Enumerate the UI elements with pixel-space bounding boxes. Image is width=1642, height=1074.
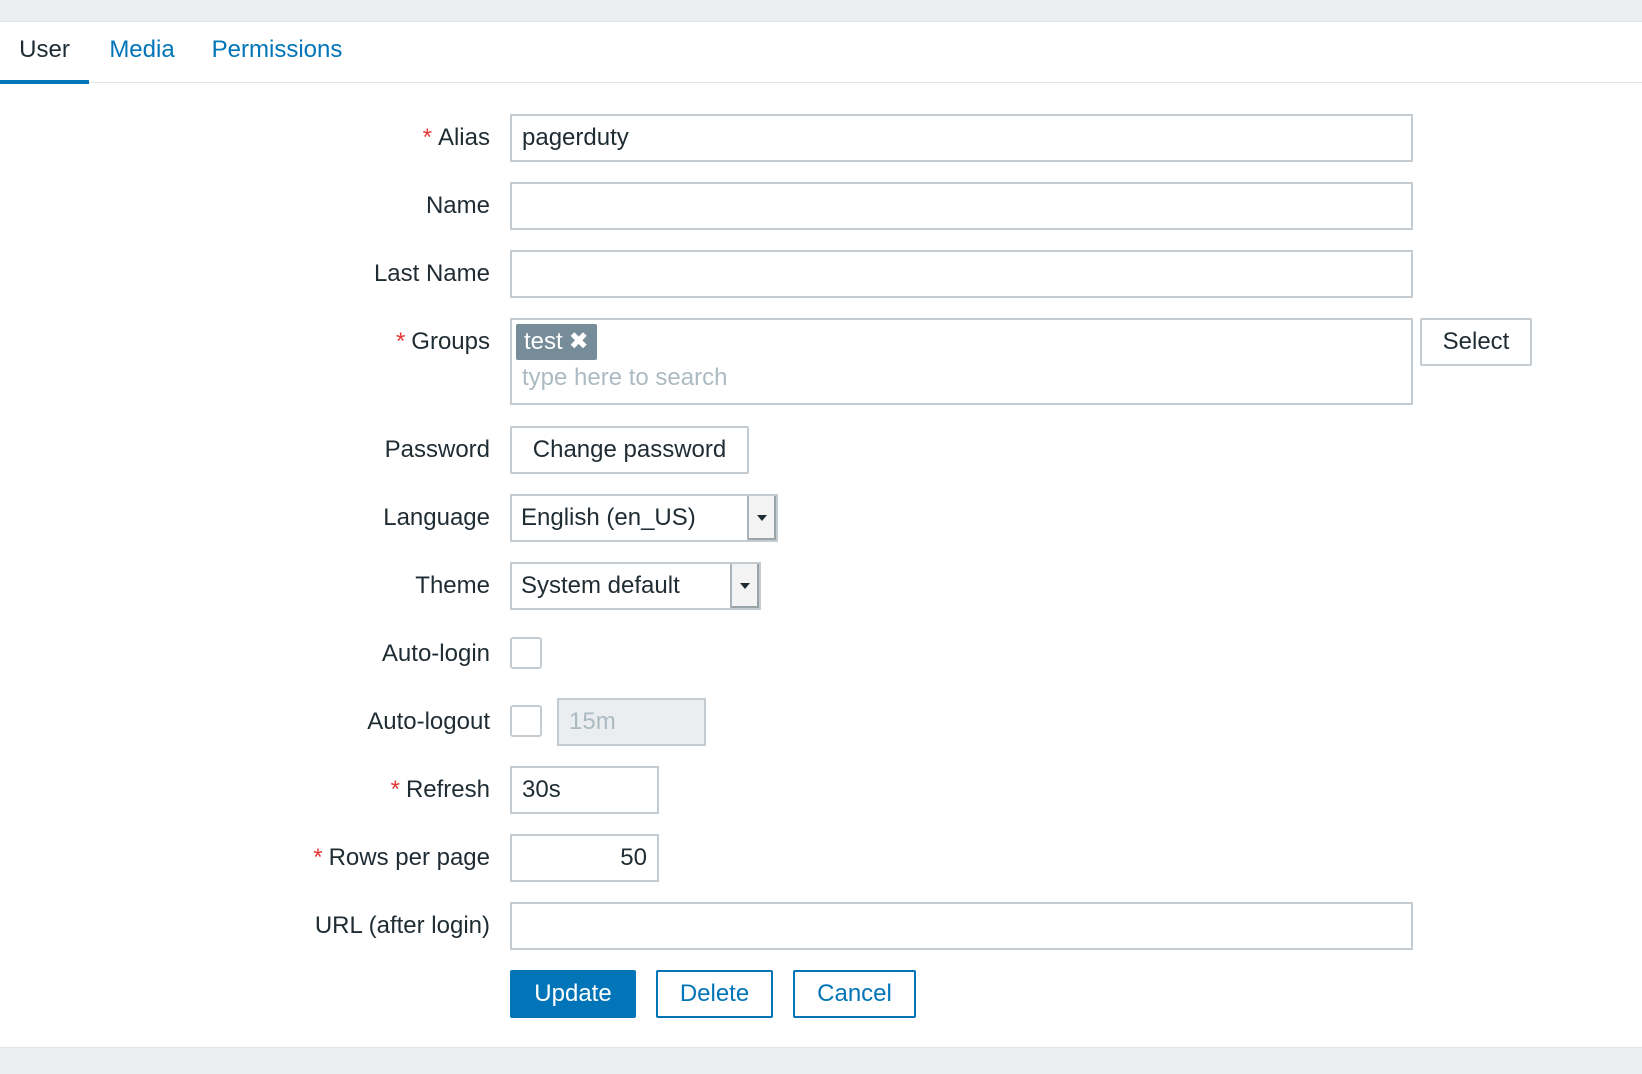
auto-logout-checkbox[interactable] [510, 705, 542, 737]
name-label: Name [425, 192, 490, 219]
group-chip-label: test [524, 328, 563, 355]
refresh-input[interactable] [510, 766, 659, 814]
url-after-login-input[interactable] [510, 902, 1413, 950]
last-name-input[interactable] [510, 250, 1413, 298]
tab-media[interactable]: Media [104, 22, 180, 83]
language-value: English (en_US) [521, 504, 696, 531]
rows-per-page-label: * Rows per page [313, 844, 490, 871]
language-select[interactable]: English (en_US) [510, 494, 778, 542]
auto-login-checkbox[interactable] [510, 637, 542, 669]
password-label: Password [384, 436, 490, 463]
last-name-label: Last Name [373, 260, 490, 287]
language-label: Language [383, 504, 490, 531]
refresh-label: * Refresh [390, 776, 490, 803]
change-password-button[interactable]: Change password [510, 426, 749, 474]
tab-user[interactable]: User [0, 22, 89, 84]
alias-label: * Alias [422, 124, 490, 151]
groups-label: * Groups [395, 328, 490, 355]
name-input[interactable] [510, 182, 1413, 230]
chevron-down-icon [730, 564, 759, 608]
rows-per-page-input[interactable] [510, 834, 659, 882]
groups-multiselect[interactable]: test ✖ type here to search [510, 318, 1413, 405]
theme-select[interactable]: System default [510, 562, 761, 610]
groups-search-input[interactable]: type here to search [522, 364, 727, 392]
url-after-login-label: URL (after login) [314, 912, 490, 939]
update-button[interactable]: Update [510, 970, 636, 1018]
auto-logout-label: Auto-logout [367, 708, 490, 735]
tab-bar: User Media Permissions [0, 22, 1642, 84]
required-marker: * [390, 776, 400, 803]
close-icon[interactable]: ✖ [569, 324, 589, 360]
required-marker: * [422, 124, 432, 151]
user-form-panel: User Media Permissions *Alias Name Last … [0, 21, 1642, 1048]
cancel-button[interactable]: Cancel [793, 970, 916, 1018]
groups-select-button[interactable]: Select [1420, 318, 1532, 366]
tab-permissions[interactable]: Permissions [209, 22, 345, 83]
auto-logout-input[interactable] [557, 698, 706, 746]
theme-label: Theme [415, 572, 490, 599]
auto-login-label: Auto-login [381, 640, 490, 667]
group-chip: test ✖ [516, 324, 597, 360]
required-marker: * [313, 844, 323, 871]
delete-button[interactable]: Delete [656, 970, 773, 1018]
required-marker: * [395, 328, 406, 355]
chevron-down-icon [747, 496, 776, 540]
alias-input[interactable] [510, 114, 1413, 162]
theme-value: System default [521, 572, 680, 599]
